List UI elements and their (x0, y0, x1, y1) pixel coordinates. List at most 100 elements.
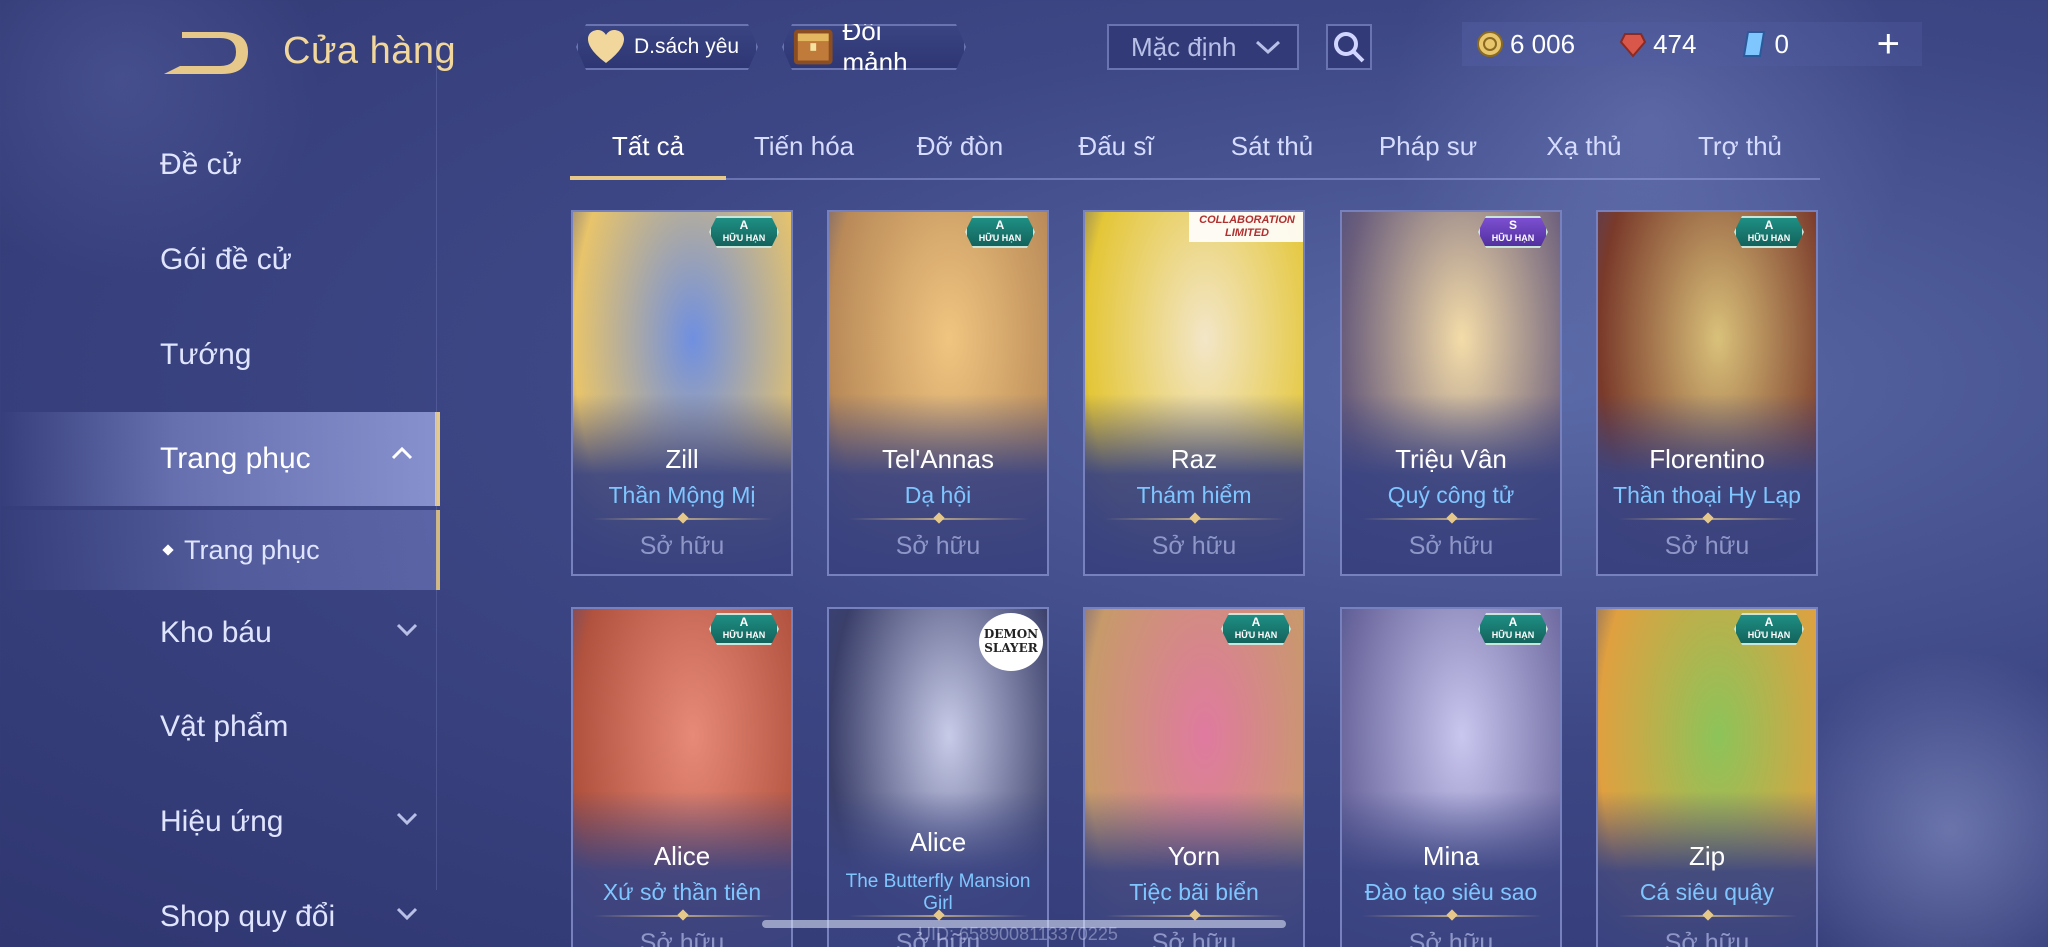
skin-card[interactable]: DEMON SLAYER Alice The Butterfly Mansion … (827, 607, 1049, 947)
skin-card[interactable]: A HỮU HẠN Zip Cá siêu quậy Sở hữu (1596, 607, 1818, 947)
sidebar-subitem-skins[interactable]: Trang phục (0, 510, 440, 590)
skin-name: Tiệc bãi biển (1129, 879, 1259, 905)
search-icon (1334, 32, 1365, 63)
card-divider (1105, 915, 1285, 917)
quan-huy-currency: 0 (1740, 29, 1789, 60)
skin-card[interactable]: A HỮU HẠN Alice Xứ sở thần tiên Sở hữu (571, 607, 793, 947)
card-divider (1618, 915, 1798, 917)
limited-badge: A HỮU HẠN (1734, 613, 1804, 645)
ownership-status: Sở hữu (1408, 532, 1494, 560)
skin-name: Thần Mộng Mị (608, 482, 756, 508)
favorites-label: D.sách yêu (634, 35, 740, 58)
card-divider (1362, 915, 1542, 917)
back-button[interactable] (160, 30, 250, 78)
skin-name: Thần thoại Hy Lạp (1613, 482, 1801, 508)
sidebar-divider (436, 40, 437, 890)
ownership-status: Sở hữu (639, 532, 725, 560)
skin-name: Quý công tử (1387, 482, 1515, 508)
tab-marksman[interactable]: Xạ thủ (1506, 120, 1662, 172)
search-button[interactable] (1326, 24, 1372, 70)
hero-name: Zip (1688, 841, 1726, 871)
tab-support[interactable]: Trợ thủ (1662, 120, 1818, 172)
limited-badge: A HỮU HẠN (1478, 613, 1548, 645)
hero-name: Zill (665, 444, 699, 474)
tab-mage[interactable]: Pháp sư (1350, 120, 1506, 172)
limited-badge: A HỮU HẠN (709, 613, 779, 645)
ownership-status: Sở hữu (1664, 929, 1750, 947)
ownership-status: Sở hữu (1151, 532, 1237, 560)
skin-card[interactable]: A HỮU HẠN Mina Đào tạo siêu sao Sở hữu (1340, 607, 1562, 947)
skin-name: Xứ sở thần tiên (602, 879, 762, 905)
sidebar-item-items[interactable]: Vật phẩm (0, 682, 440, 772)
hero-name: Raz (1170, 444, 1218, 474)
chevron-up-icon (391, 446, 413, 460)
gold-currency: 6 006 (1476, 29, 1575, 60)
shard-exchange-button[interactable]: Đổi mảnh (782, 24, 966, 70)
add-currency-button[interactable]: + (1877, 24, 1900, 64)
ownership-status: Sở hữu (895, 532, 981, 560)
demon-slayer-collab-badge: DEMON SLAYER (979, 613, 1043, 671)
sidebar-item-heroes[interactable]: Tướng (0, 310, 440, 400)
skin-card[interactable]: A HỮU HẠN Yorn Tiệc bãi biển Sở hữu (1083, 607, 1305, 947)
skin-card[interactable]: COLLABORATION LIMITED Raz Thám hiểm Sở hữ… (1083, 210, 1305, 576)
treasure-chest-icon (792, 27, 835, 67)
sidebar-item-treasure[interactable]: Kho báu (0, 588, 440, 678)
hero-name: Alice (909, 827, 967, 857)
sort-dropdown[interactable]: Mặc định (1107, 24, 1299, 70)
card-divider (849, 915, 1029, 917)
chevron-down-icon (396, 812, 418, 825)
tab-tank[interactable]: Đỡ đòn (882, 120, 1038, 172)
ownership-status: Sở hữu (1664, 532, 1750, 560)
sidebar-item-featured-bundles[interactable]: Gói đề cử (0, 215, 440, 305)
sidebar-item-effects[interactable]: Hiệu ứng (0, 777, 440, 867)
skin-name: Dạ hội (904, 482, 972, 508)
sort-value: Mặc định (1131, 31, 1237, 62)
sidebar-item-skins[interactable]: Trang phục (0, 412, 440, 506)
card-divider (1618, 518, 1798, 520)
skin-name: Đào tạo siêu sao (1364, 879, 1538, 905)
skin-name: Cá siêu quậy (1639, 879, 1775, 905)
hero-name: Alice (653, 841, 711, 871)
sidebar-item-label: Hiệu ứng (160, 805, 284, 838)
skin-card[interactable]: S HỮU HẠN Triệu Vân Quý công tử Sở hữu (1340, 210, 1562, 576)
shard-exchange-label: Đổi mảnh (842, 16, 908, 77)
ruby-voucher-icon (1619, 33, 1647, 58)
back-arrow-icon (164, 32, 248, 74)
voucher-currency: 474 (1619, 29, 1696, 60)
skin-name: Thám hiểm (1136, 482, 1252, 508)
ownership-status: Sở hữu (1408, 929, 1494, 947)
ownership-status: Sở hữu (639, 929, 725, 947)
sidebar-item-featured[interactable]: Đề cử (0, 120, 440, 210)
card-divider (593, 915, 773, 917)
sidebar-item-label: Trang phục (160, 442, 311, 475)
quan-huy-icon (1743, 31, 1766, 57)
sidebar-item-label: Tướng (160, 338, 252, 371)
hero-name: Mina (1422, 841, 1480, 871)
sidebar-subitem-label: Trang phục (184, 534, 320, 565)
currency-bar: 6 006 474 0 + (1462, 22, 1922, 66)
chevron-down-icon (396, 623, 418, 636)
sidebar-item-label: Đề cử (160, 148, 242, 181)
skin-card[interactable]: A HỮU HẠN Tel'Annas Dạ hội Sở hữu (827, 210, 1049, 576)
sidebar-item-label: Vật phẩm (160, 710, 289, 743)
tab-assassin[interactable]: Sát thủ (1194, 120, 1350, 172)
tab-all[interactable]: Tất cả (570, 120, 726, 180)
skin-card[interactable]: A HỮU HẠN Florentino Thần thoại Hy Lạp Sở… (1596, 210, 1818, 576)
gold-coin-icon (1477, 31, 1503, 57)
horizontal-scrollbar[interactable] (762, 920, 1286, 928)
favorites-list-button[interactable]: D.sách yêu (576, 24, 758, 70)
tab-fighter[interactable]: Đấu sĩ (1038, 120, 1194, 172)
card-divider (1362, 518, 1542, 520)
voucher-amount: 474 (1653, 28, 1697, 59)
sidebar-item-label: Gói đề cử (160, 243, 292, 276)
hero-name: Tel'Annas (882, 444, 994, 474)
tab-evolution[interactable]: Tiến hóa (726, 120, 882, 172)
sidebar-item-exchange-shop[interactable]: Shop quy đổi (0, 872, 440, 947)
limited-badge: A HỮU HẠN (709, 216, 779, 248)
diamond-bullet-icon (162, 544, 174, 556)
limited-badge: A HỮU HẠN (1734, 216, 1804, 248)
role-filter-tabs: Tất cả Tiến hóa Đỡ đòn Đấu sĩ Sát thủ Ph… (570, 120, 1820, 180)
skin-card[interactable]: A HỮU HẠN Zill Thần Mộng Mị Sở hữu (571, 210, 793, 576)
sidebar-item-label: Shop quy đổi (160, 900, 336, 933)
card-divider (593, 518, 773, 520)
